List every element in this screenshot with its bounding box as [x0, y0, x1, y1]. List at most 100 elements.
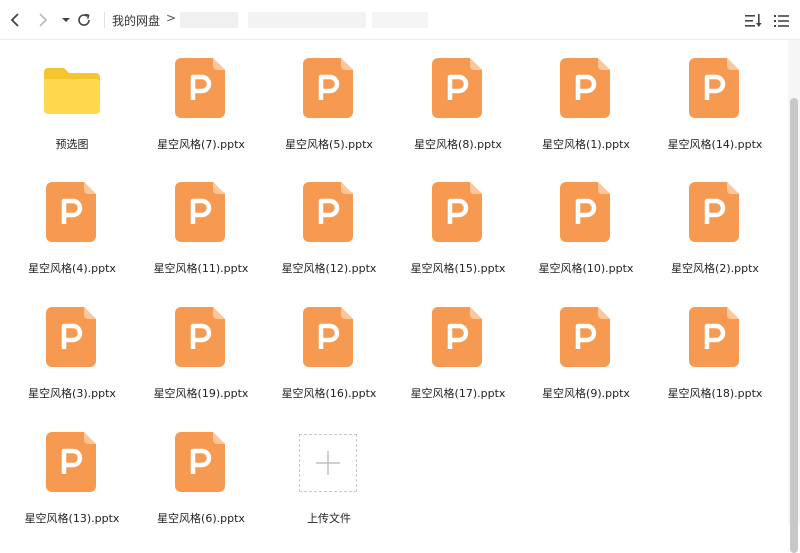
item-label: 星空风格(5).pptx [285, 138, 373, 151]
item-label: 星空风格(6).pptx [157, 512, 245, 524]
item-thumbnail [173, 182, 229, 242]
upload-label: 上传文件 [307, 512, 351, 524]
item-label: 星空风格(12).pptx [281, 262, 377, 275]
item-label: 星空风格(10).pptx [538, 262, 634, 275]
item-thumbnail [687, 307, 743, 367]
file-item[interactable]: 星空风格(4).pptx [8, 164, 128, 275]
history-dropdown[interactable] [56, 10, 76, 30]
file-item[interactable]: 星空风格(8).pptx [394, 40, 514, 151]
pptx-file-icon [46, 182, 96, 242]
plus-icon [316, 451, 340, 475]
pptx-file-icon [689, 58, 739, 118]
item-label: 星空风格(16).pptx [281, 387, 377, 400]
item-label: 星空风格(9).pptx [542, 387, 630, 400]
pptx-file-icon [175, 182, 225, 242]
file-item[interactable]: 星空风格(18).pptx [651, 289, 771, 400]
back-button[interactable] [6, 10, 26, 30]
file-item[interactable]: 星空风格(13).pptx [8, 414, 128, 524]
item-thumbnail [687, 182, 743, 242]
file-item[interactable]: 星空风格(2).pptx [651, 164, 771, 275]
breadcrumb-separator: > [166, 11, 177, 25]
item-label: 预选图 [55, 138, 89, 151]
item-thumbnail [44, 307, 100, 367]
item-thumbnail [430, 58, 486, 118]
toolbar-divider [104, 12, 105, 28]
item-label: 星空风格(8).pptx [414, 138, 502, 151]
item-label: 星空风格(13).pptx [24, 512, 120, 524]
pptx-file-icon [303, 182, 353, 242]
pptx-file-icon [689, 307, 739, 367]
item-thumbnail [42, 66, 100, 126]
item-thumbnail [44, 432, 100, 492]
item-thumbnail [173, 432, 229, 492]
item-label: 星空风格(3).pptx [28, 387, 116, 400]
back-icon [10, 13, 19, 27]
file-item[interactable]: 星空风格(16).pptx [265, 289, 385, 400]
pptx-file-icon [560, 58, 610, 118]
toolbar: 我的网盘 > [0, 0, 800, 40]
pptx-file-icon [303, 58, 353, 118]
file-item[interactable]: 星空风格(5).pptx [265, 40, 385, 151]
item-label: 星空风格(17).pptx [410, 387, 506, 400]
file-item[interactable]: 星空风格(7).pptx [137, 40, 257, 151]
dropdown-icon [62, 18, 70, 22]
breadcrumb-root[interactable]: 我的网盘 [112, 12, 160, 29]
scrollbar-thumb[interactable] [790, 98, 798, 553]
item-thumbnail [558, 182, 614, 242]
item-thumbnail [301, 58, 357, 118]
pptx-file-icon [689, 182, 739, 242]
file-item[interactable]: 星空风格(15).pptx [394, 164, 514, 275]
pptx-file-icon [303, 307, 353, 367]
pptx-file-icon [46, 432, 96, 492]
folder-item[interactable]: 预选图 [8, 40, 128, 151]
file-item[interactable]: 星空风格(6).pptx [137, 414, 257, 524]
folder-icon [44, 68, 100, 114]
file-item[interactable]: 星空风格(1).pptx [522, 40, 642, 151]
item-thumbnail [173, 307, 229, 367]
refresh-button[interactable] [74, 10, 94, 30]
sort-icon [745, 14, 762, 27]
file-item[interactable]: 星空风格(10).pptx [522, 164, 642, 275]
item-thumbnail [301, 182, 357, 242]
item-label: 星空风格(4).pptx [28, 262, 116, 275]
pptx-file-icon [46, 307, 96, 367]
file-item[interactable]: 星空风格(9).pptx [522, 289, 642, 400]
pptx-file-icon [560, 182, 610, 242]
scrollbar-track[interactable] [788, 40, 800, 553]
file-item[interactable]: 星空风格(3).pptx [8, 289, 128, 400]
pptx-file-icon [560, 307, 610, 367]
item-label: 星空风格(1).pptx [542, 138, 630, 151]
file-item[interactable]: 星空风格(17).pptx [394, 289, 514, 400]
item-label: 星空风格(19).pptx [153, 387, 249, 400]
pptx-file-icon [432, 58, 482, 118]
file-item[interactable]: 星空风格(19).pptx [137, 289, 257, 400]
refresh-icon [78, 13, 90, 26]
item-label: 星空风格(7).pptx [157, 138, 245, 151]
breadcrumb-redacted [248, 12, 366, 28]
pptx-file-icon [175, 58, 225, 118]
forward-icon [39, 13, 48, 27]
forward-button[interactable] [32, 10, 52, 30]
upload-box[interactable] [299, 434, 357, 492]
breadcrumb-redacted [180, 12, 238, 28]
upload-file-tile[interactable]: 上传文件 [265, 414, 385, 524]
item-thumbnail [430, 182, 486, 242]
file-item[interactable]: 星空风格(14).pptx [651, 40, 771, 151]
item-label: 星空风格(15).pptx [410, 262, 506, 275]
item-label: 星空风格(2).pptx [671, 262, 759, 275]
list-view-button[interactable] [774, 13, 790, 27]
item-thumbnail [44, 182, 100, 242]
item-thumbnail [558, 307, 614, 367]
file-grid: 预选图 星空风格(7).pptx 星空风格(5).pptx 星空风格(8).pp… [0, 40, 786, 524]
sort-button[interactable] [745, 13, 762, 27]
pptx-file-icon [432, 182, 482, 242]
pptx-file-icon [175, 307, 225, 367]
item-thumbnail [301, 307, 357, 367]
breadcrumb-redacted [372, 12, 428, 28]
file-item[interactable]: 星空风格(12).pptx [265, 164, 385, 275]
pptx-file-icon [432, 307, 482, 367]
item-label: 星空风格(18).pptx [667, 387, 763, 400]
file-item[interactable]: 星空风格(11).pptx [137, 164, 257, 275]
item-thumbnail [173, 58, 229, 118]
list-view-icon [774, 15, 789, 27]
